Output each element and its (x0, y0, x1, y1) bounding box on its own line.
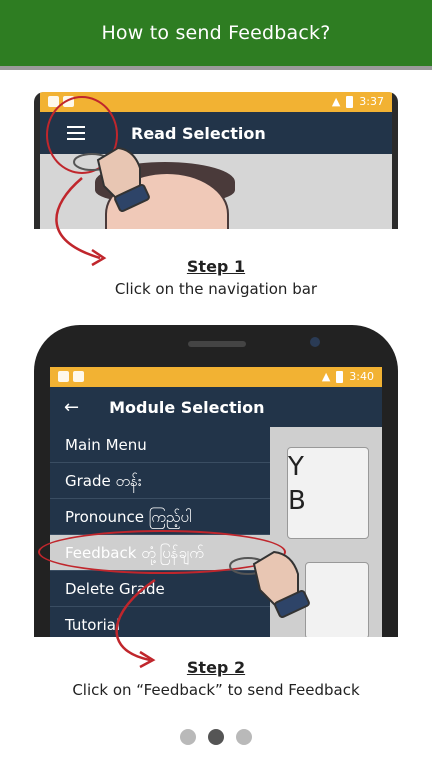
step2-title: Step 2 (186, 658, 246, 677)
hand-pointer-icon (229, 550, 310, 619)
step2-description: Click on “Feedback” to send Feedback (72, 681, 360, 699)
pager-dots (0, 729, 432, 745)
pager-dot[interactable] (180, 729, 196, 745)
pager-dot[interactable] (236, 729, 252, 745)
annotation-overlay (55, 146, 310, 669)
hand-pointer-icon (73, 146, 150, 213)
arrow-step2-icon (115, 578, 156, 662)
pager-dot-active[interactable] (208, 729, 224, 745)
arrow-step1-icon (55, 177, 101, 260)
